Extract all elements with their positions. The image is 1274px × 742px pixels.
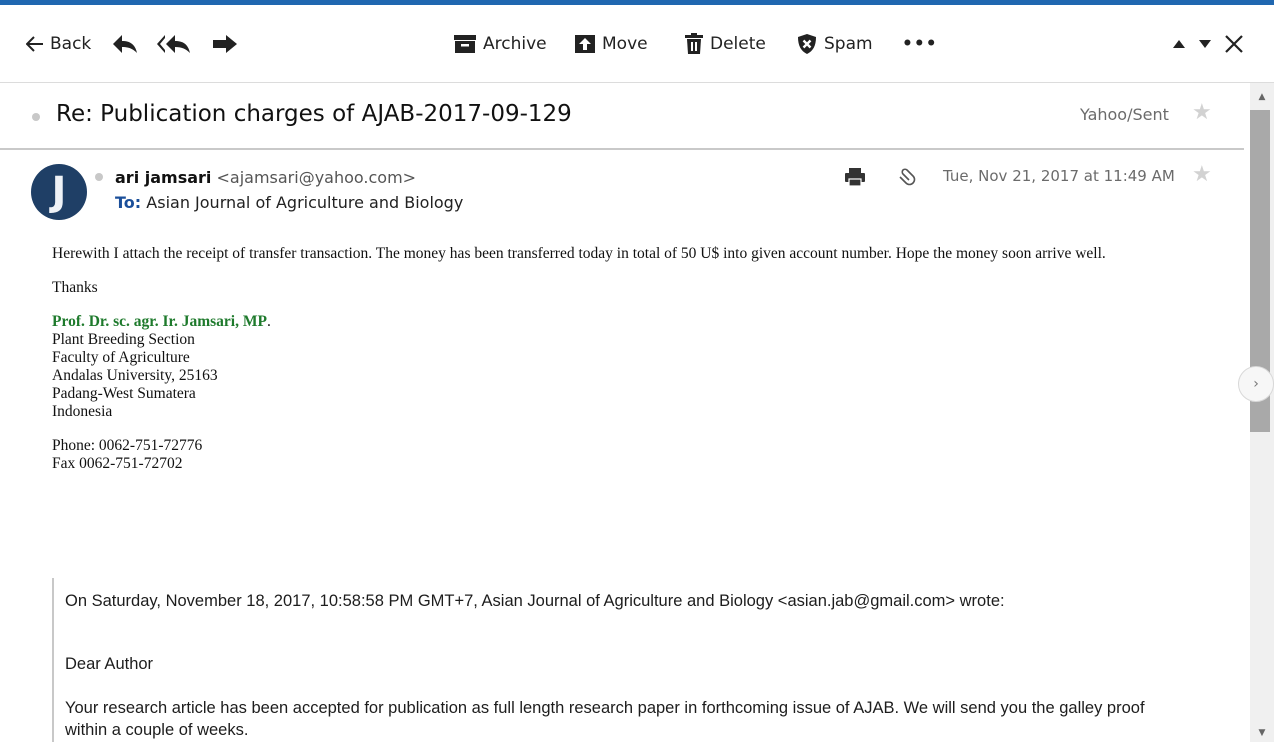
quote-header: On Saturday, November 18, 2017, 10:58:58…	[65, 592, 1005, 610]
delete-button[interactable]: Delete	[684, 5, 766, 83]
folder-label[interactable]: Yahoo/Sent	[1080, 105, 1169, 124]
message-subject: Re: Publication charges of AJAB-2017-09-…	[56, 101, 572, 127]
quote-text: Your research article has been accepted …	[65, 699, 1145, 739]
archive-icon	[454, 35, 476, 53]
star-icon[interactable]: ★	[1192, 102, 1212, 124]
sender-line[interactable]: ari jamsari <ajamsari@yahoo.com>	[115, 168, 416, 187]
spam-button[interactable]: Spam	[796, 5, 873, 83]
move-icon	[575, 35, 595, 53]
archive-label: Archive	[483, 34, 547, 54]
message-toolbar: Back Archive Move Delete Spam •••	[0, 5, 1274, 83]
spam-label: Spam	[824, 34, 873, 54]
reply-icon	[113, 35, 137, 53]
signature-line: Indonesia	[52, 403, 113, 420]
quote-greeting: Dear Author	[65, 655, 154, 673]
signature-name-suffix: .	[266, 313, 271, 330]
signature-line: Faculty of Agriculture	[52, 349, 190, 366]
avatar-initial: J	[51, 169, 67, 215]
chevron-right-icon: ›	[1253, 376, 1259, 392]
attachment-button[interactable]	[896, 168, 916, 192]
to-label: To:	[115, 193, 142, 212]
signature-line: Andalas University, 25163	[52, 367, 218, 384]
reply-all-icon	[157, 35, 190, 53]
reply-button[interactable]	[112, 5, 138, 83]
message-star-icon[interactable]: ★	[1192, 164, 1212, 186]
delete-label: Delete	[710, 34, 766, 54]
next-message-button[interactable]	[1198, 5, 1212, 83]
forward-button[interactable]	[212, 5, 238, 83]
signature-name: Prof. Dr. sc. agr. Ir. Jamsari, MP	[52, 313, 267, 330]
back-arrow-icon	[26, 36, 43, 52]
signature-line: Padang-West Sumatera	[52, 385, 196, 402]
signature-line: Plant Breeding Section	[52, 331, 195, 348]
message-date: Tue, Nov 21, 2017 at 11:49 AM	[943, 167, 1175, 185]
caret-down-icon	[1199, 40, 1211, 48]
signature-fax: Fax 0062-751-72702	[52, 455, 183, 472]
subject-header: Re: Publication charges of AJAB-2017-09-…	[0, 83, 1244, 150]
printer-icon	[845, 168, 865, 187]
forward-icon	[213, 35, 237, 53]
scroll-down-arrow[interactable]: ▼	[1250, 724, 1274, 742]
spam-shield-icon	[798, 34, 816, 54]
trash-icon	[685, 33, 703, 54]
signature-phone: Phone: 0062-751-72776	[52, 437, 203, 454]
close-icon	[1225, 35, 1243, 53]
print-button[interactable]	[844, 167, 866, 191]
body-paragraph: Herewith I attach the receipt of transfe…	[52, 245, 1106, 262]
sender-email: <ajamsari@yahoo.com>	[216, 168, 417, 187]
signature-name-line: Prof. Dr. sc. agr. Ir. Jamsari, MP.	[52, 313, 1202, 331]
paperclip-icon	[899, 168, 916, 186]
read-status-dot[interactable]	[32, 113, 40, 121]
side-panel-toggle[interactable]: ›	[1238, 366, 1274, 402]
message-body: Herewith I attach the receipt of transfe…	[52, 245, 1202, 473]
scroll-up-arrow[interactable]: ▲	[1250, 88, 1274, 106]
archive-button[interactable]: Archive	[453, 5, 547, 83]
message-pane: J ari jamsari <ajamsari@yahoo.com> To: A…	[0, 150, 1244, 742]
back-button[interactable]: Back	[26, 5, 91, 83]
caret-up-icon	[1173, 40, 1185, 48]
back-label: Back	[50, 34, 92, 54]
close-button[interactable]	[1225, 5, 1243, 83]
move-label: Move	[602, 34, 648, 54]
body-thanks: Thanks	[52, 279, 98, 296]
quoted-message: On Saturday, November 18, 2017, 10:58:58…	[52, 578, 1204, 742]
sender-status-dot	[95, 173, 103, 181]
move-button[interactable]: Move	[574, 5, 648, 83]
recipient-name[interactable]: Asian Journal of Agriculture and Biology	[146, 193, 463, 212]
avatar: J	[31, 164, 87, 220]
previous-message-button[interactable]	[1172, 5, 1186, 83]
reply-all-button[interactable]	[157, 5, 191, 83]
more-icon: •••	[902, 34, 938, 54]
more-actions-button[interactable]: •••	[902, 5, 938, 83]
sender-name: ari jamsari	[115, 168, 212, 187]
recipient-line: To: Asian Journal of Agriculture and Bio…	[115, 193, 463, 212]
